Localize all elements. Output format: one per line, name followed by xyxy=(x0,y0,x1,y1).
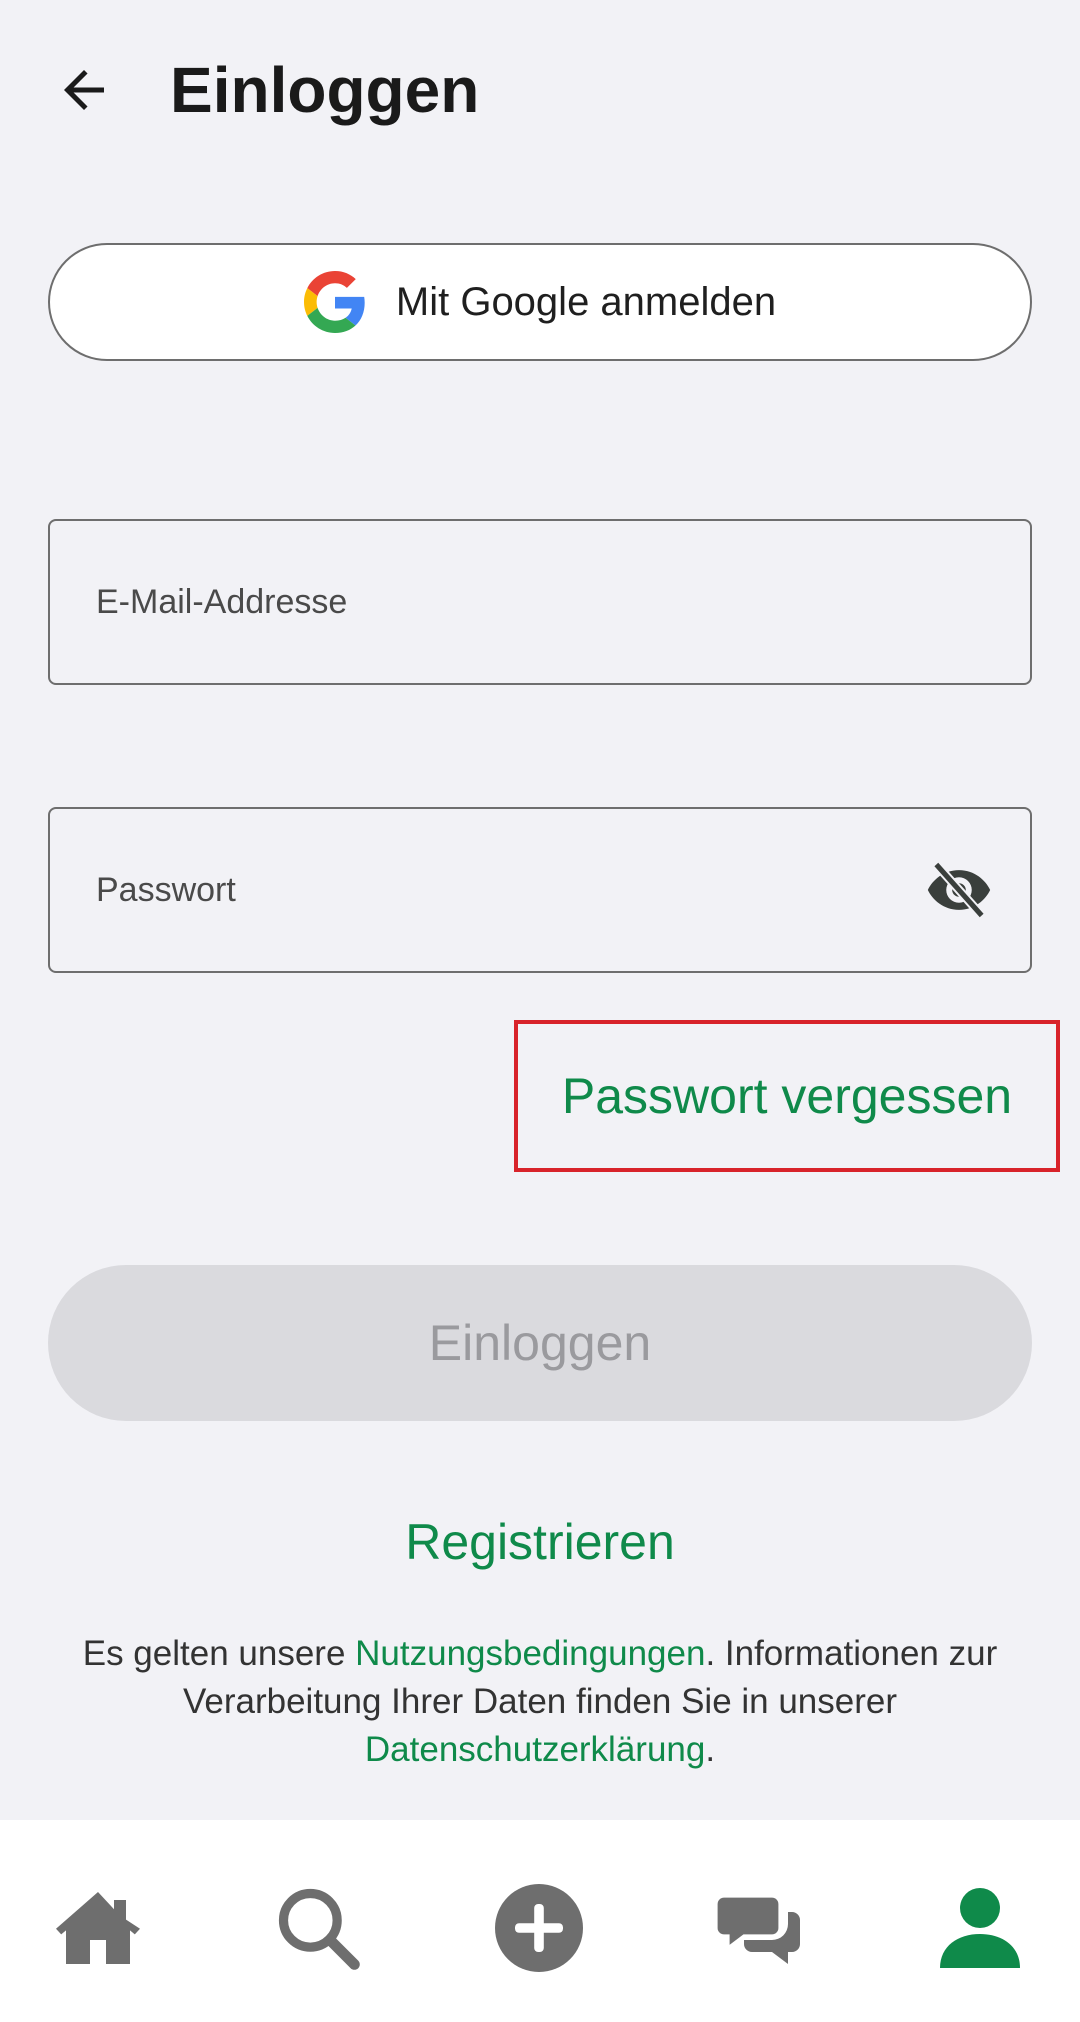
search-icon xyxy=(278,1888,360,1970)
password-field[interactable] xyxy=(96,809,916,971)
nav-profile[interactable] xyxy=(930,1878,1030,1978)
nav-home[interactable] xyxy=(48,1878,148,1978)
legal-text-1: Es gelten unsere xyxy=(82,1634,356,1673)
google-signin-label: Mit Google anmelden xyxy=(395,279,777,324)
forgot-password-link[interactable]: Passwort vergessen xyxy=(514,1020,1060,1172)
app-header: Einloggen xyxy=(0,0,1080,180)
eye-off-icon xyxy=(927,861,991,919)
login-screen: Einloggen Mit Google anmelden Passwort v… xyxy=(0,0,1080,2022)
nav-search[interactable] xyxy=(268,1878,368,1978)
register-link[interactable]: Registrieren xyxy=(0,1510,1080,1574)
chat-icon xyxy=(714,1894,800,1964)
legal-notice: Es gelten unsere Nutzungsbedingungen. In… xyxy=(40,1630,1040,1774)
password-field-container xyxy=(48,807,1032,973)
terms-link[interactable]: Nutzungsbedingungen xyxy=(355,1634,705,1673)
home-icon xyxy=(56,1892,140,1964)
nav-add[interactable] xyxy=(489,1878,589,1978)
login-button[interactable]: Einloggen xyxy=(48,1265,1032,1421)
arrow-left-icon xyxy=(64,70,104,110)
password-visibility-toggle[interactable] xyxy=(924,855,994,925)
add-icon xyxy=(495,1884,583,1972)
page-title: Einloggen xyxy=(170,54,480,126)
back-button[interactable] xyxy=(44,50,124,130)
privacy-link[interactable]: Datenschutzerklärung xyxy=(365,1730,705,1769)
bottom-navigation xyxy=(0,1820,1080,2022)
nav-chat[interactable] xyxy=(710,1878,810,1978)
profile-icon xyxy=(940,1888,1020,1968)
google-signin-button[interactable]: Mit Google anmelden xyxy=(48,243,1032,361)
email-field[interactable] xyxy=(96,521,916,683)
legal-text-3: . xyxy=(705,1730,716,1769)
email-field-container xyxy=(48,519,1032,685)
google-icon xyxy=(303,271,365,333)
